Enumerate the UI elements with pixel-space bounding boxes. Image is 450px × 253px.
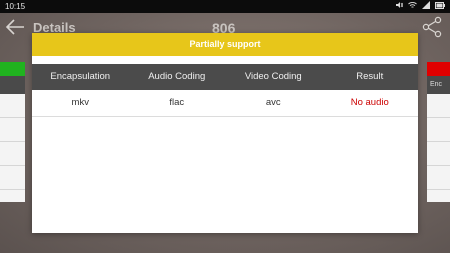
status-icons	[395, 1, 445, 11]
right-row	[427, 118, 450, 142]
column-header-result: Result	[356, 71, 384, 82]
support-status-banner: Partially support	[32, 33, 418, 56]
table-header: Encapsulation Audio Coding Video Coding …	[32, 64, 418, 90]
mute-icon	[395, 1, 404, 11]
status-bar: 10:15	[0, 0, 450, 13]
support-dialog: Partially support Encapsulation Audio Co…	[32, 33, 418, 233]
left-row	[0, 118, 25, 142]
left-table-header	[0, 76, 25, 94]
left-row	[0, 94, 25, 118]
cell-video-coding: avc	[265, 97, 281, 108]
cell-result: No audio	[350, 97, 389, 108]
share-icon[interactable]	[420, 15, 444, 39]
status-time: 10:15	[5, 2, 26, 11]
wifi-icon	[408, 1, 417, 11]
signal-icon	[422, 1, 430, 11]
cell-audio-coding: flac	[169, 97, 185, 108]
column-header-video-coding: Video Coding	[244, 71, 302, 82]
left-background-panel	[0, 62, 25, 202]
battery-icon	[435, 1, 445, 11]
left-row	[0, 166, 25, 190]
left-row	[0, 142, 25, 166]
column-header-encapsulation: Encapsulation	[50, 71, 111, 82]
right-row	[427, 94, 450, 118]
right-status-tab	[427, 62, 450, 76]
table-row: mkv flac avc No audio	[32, 90, 418, 117]
back-arrow-icon[interactable]	[4, 16, 26, 38]
right-background-panel: Enc	[427, 62, 450, 202]
cell-encapsulation: mkv	[71, 97, 89, 108]
right-table-header: Enc	[427, 76, 450, 94]
right-row	[427, 166, 450, 190]
column-header-audio-coding: Audio Coding	[148, 71, 206, 82]
right-row	[427, 142, 450, 166]
left-status-tab	[0, 62, 25, 76]
